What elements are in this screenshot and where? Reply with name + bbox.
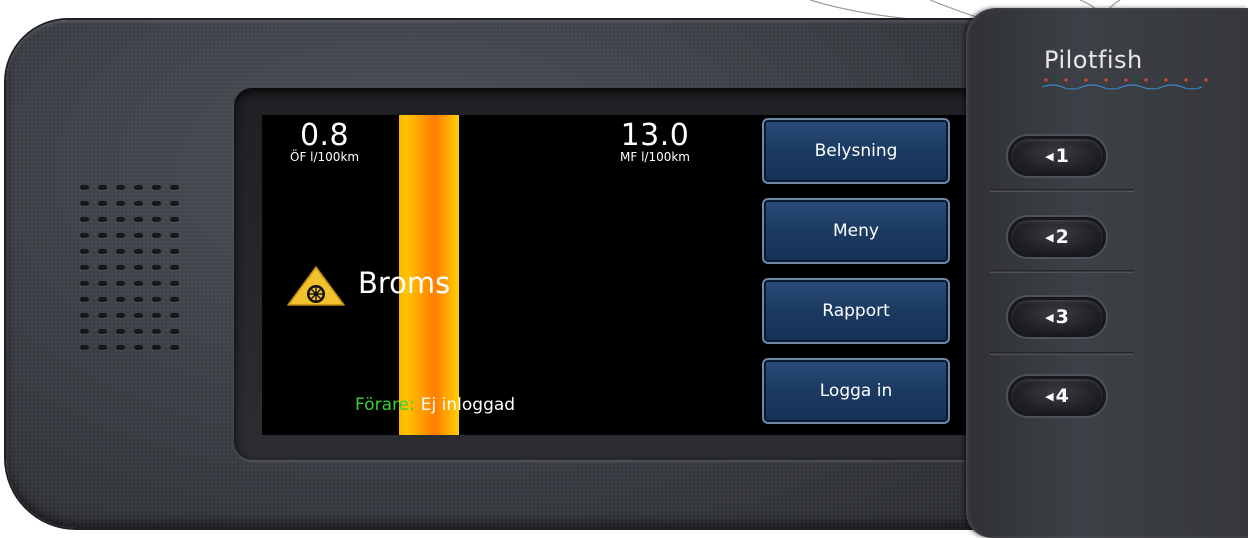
warning-label: Broms [358,266,451,300]
brand-wave-icon [1042,78,1208,90]
hardware-button-4[interactable]: ◀ 4 [1008,376,1106,416]
hardware-button-2[interactable]: ◀ 2 [1008,217,1106,257]
meny-button[interactable]: Meny [762,198,950,264]
brake-warning-icon [287,266,345,306]
belysning-button-label: Belysning [814,141,898,161]
driver-status: Förare: Ej inloggad [355,395,515,415]
arrow-left-icon: ◀ [1045,310,1054,324]
meny-button-label: Meny [833,221,879,241]
rapport-button[interactable]: Rapport [762,278,950,344]
belysning-button[interactable]: Belysning [762,118,950,184]
driver-label: Förare: [355,395,415,415]
rapport-button-label: Rapport [822,301,890,321]
arrow-left-icon: ◀ [1045,389,1054,403]
brand-logo: Pilotfish [1044,46,1143,74]
hardware-button-3-number: 3 [1055,306,1069,328]
panel-separator [990,189,1134,192]
right-reading-unit: MF l/100km [620,150,690,164]
panel-separator [990,352,1134,355]
right-reading-value: 13.0 [620,118,690,153]
logga-in-button-label: Logga in [819,381,893,401]
hardware-button-2-number: 2 [1055,226,1069,248]
hardware-button-1-number: 1 [1055,145,1069,167]
left-reading-unit: ÖF l/100km [290,150,360,164]
logga-in-button[interactable]: Logga in [762,358,950,424]
arrow-left-icon: ◀ [1045,230,1054,244]
arrow-left-icon: ◀ [1045,149,1054,163]
speaker-grille [80,185,190,355]
right-fuel-reading: 13.0 MF l/100km [620,121,690,164]
driver-value: Ej inloggad [420,395,516,415]
hardware-button-4-number: 4 [1055,385,1069,407]
panel-separator [990,270,1134,273]
display-screen: 0.8 ÖF l/100km 13.0 MF l/100km Broms För… [262,115,966,435]
left-reading-value: 0.8 [299,118,350,153]
hardware-button-3[interactable]: ◀ 3 [1008,297,1106,337]
hardware-button-1[interactable]: ◀ 1 [1008,136,1106,176]
left-fuel-reading: 0.8 ÖF l/100km [290,121,359,164]
